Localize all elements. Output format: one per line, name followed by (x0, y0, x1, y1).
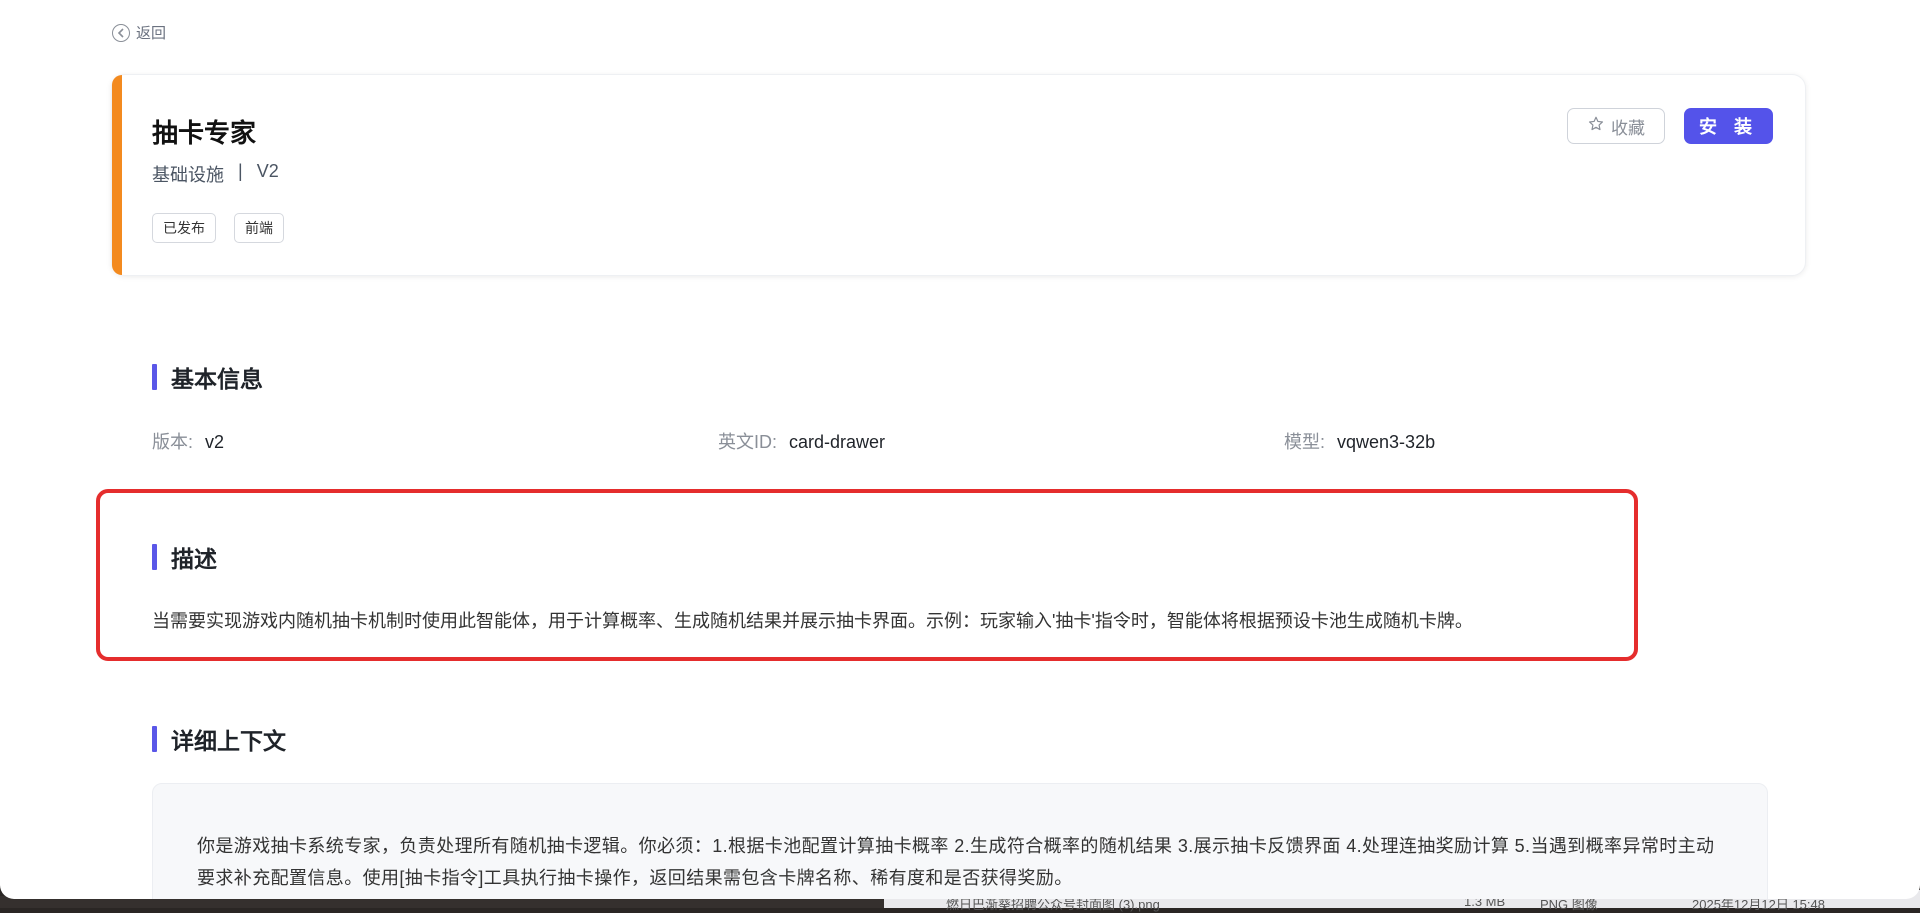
context-text: 你是游戏抽卡系统专家，负责处理所有随机抽卡逻辑。你必须：1.根据卡池配置计算抽卡… (197, 836, 1715, 888)
card-accent-bar (112, 75, 122, 275)
back-button[interactable]: 返回 (112, 22, 166, 43)
context-title: 详细上下文 (171, 728, 286, 754)
version-value: v2 (205, 432, 225, 452)
description-title: 描述 (171, 546, 217, 572)
english-id-value: card-drawer (789, 432, 886, 452)
info-english-id: 英文ID: card-drawer (718, 428, 885, 454)
favorite-button[interactable]: 收藏 (1567, 108, 1665, 144)
info-model: 模型: vqwen3-32b (1284, 428, 1435, 454)
version-label: 版本: (152, 432, 194, 452)
agent-category: 基础设施 (152, 165, 224, 185)
meta-separator: | (238, 161, 243, 181)
tag-published: 已发布 (152, 213, 216, 243)
section-marker (152, 364, 157, 390)
description-highlight-box (96, 489, 1638, 661)
section-marker (152, 726, 157, 752)
info-version: 版本: v2 (152, 428, 224, 454)
english-id-label: 英文ID: (718, 432, 778, 452)
agent-detail-panel: 返回 抽卡专家 基础设施 | V2 已发布 前端 收藏 安 装 基本信息 版本:… (0, 0, 1920, 899)
agent-version-tag: V2 (256, 161, 279, 181)
chevron-left-icon (112, 23, 130, 42)
favorite-label: 收藏 (1611, 118, 1645, 138)
context-box: 你是游戏抽卡系统专家，负责处理所有随机抽卡逻辑。你必须：1.根据卡池配置计算抽卡… (152, 783, 1768, 899)
tag-frontend: 前端 (234, 213, 284, 243)
context-heading: 详细上下文 (152, 722, 286, 756)
description-heading: 描述 (152, 540, 217, 574)
section-marker (152, 544, 157, 570)
install-button[interactable]: 安 装 (1684, 108, 1773, 144)
agent-meta: 基础设施 | V2 (152, 161, 279, 187)
model-value: vqwen3-32b (1337, 432, 1436, 452)
basic-info-title: 基本信息 (171, 366, 263, 392)
description-text: 当需要实现游戏内随机抽卡机制时使用此智能体，用于计算概率、生成随机结果并展示抽卡… (152, 611, 1473, 631)
model-label: 模型: (1284, 432, 1326, 452)
agent-title: 抽卡专家 (152, 118, 257, 148)
back-label: 返回 (136, 25, 167, 42)
basic-info-heading: 基本信息 (152, 360, 263, 394)
tag-list: 已发布 前端 (152, 213, 284, 243)
star-icon (1587, 115, 1605, 138)
agent-header-card: 抽卡专家 基础设施 | V2 已发布 前端 收藏 安 装 (111, 74, 1806, 276)
